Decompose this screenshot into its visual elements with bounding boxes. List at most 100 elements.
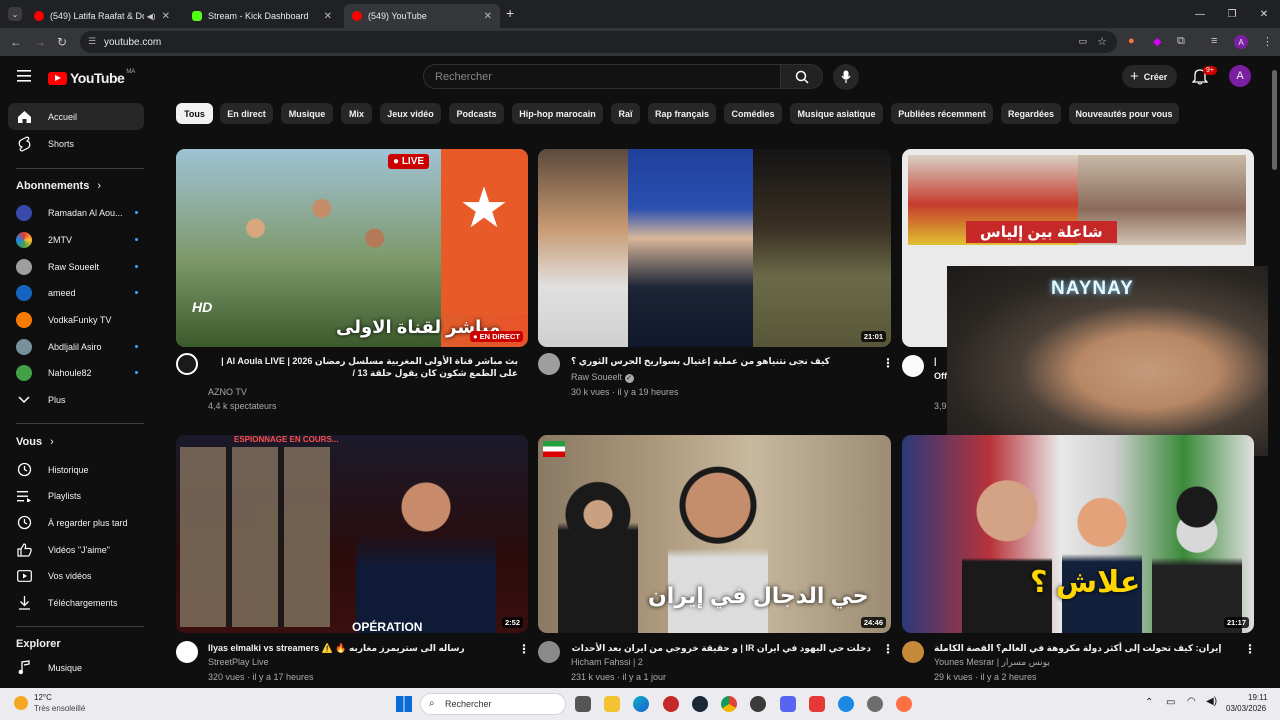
sidebar-subscription[interactable]: Abdljalil Asiro [8, 333, 144, 360]
app-icon[interactable] [663, 696, 679, 712]
tab-search-icon[interactable]: ⌄ [8, 7, 22, 21]
app-icon[interactable] [809, 696, 825, 712]
sidebar-item-history[interactable]: Historique [8, 456, 144, 483]
video-title[interactable]: Ilyas elmalki vs streamers ⚠️ 🔥 رساله ال… [208, 642, 508, 654]
more-actions-icon[interactable]: ⋮ [518, 642, 530, 656]
clock-date[interactable]: 03/03/2026 [1226, 704, 1266, 713]
minimize-icon[interactable]: — [1184, 0, 1216, 28]
sidebar-subscription[interactable]: Nahoule82 [8, 359, 144, 386]
chip-video-games[interactable]: Jeux vidéo [380, 103, 441, 124]
browser-tab[interactable]: (549) Latifa Raafat & Douz ◀) ✕ [26, 4, 178, 28]
sidebar-item-your-videos[interactable]: Vos vidéos [8, 562, 144, 589]
channel-avatar[interactable] [176, 641, 198, 663]
extension-fox-icon[interactable]: ● [1128, 35, 1135, 47]
steam-icon[interactable] [692, 696, 708, 712]
chip-french-rap[interactable]: Rap français [648, 103, 716, 124]
sidebar-item-downloads[interactable]: Téléchargements [8, 589, 144, 616]
video-title[interactable]: إيران: كيف تحولت إلى أكثر دولة مكروهة في… [934, 642, 1234, 654]
tray-chevron-up-icon[interactable]: ⌃ [1145, 697, 1153, 708]
video-thumbnail[interactable]: 21:01 [538, 149, 891, 347]
back-icon[interactable]: ← [10, 35, 22, 49]
chip-rai[interactable]: Raï [611, 103, 640, 124]
video-title[interactable]: دخلت حي اليهود في ايران IR | و حقيقة خرو… [571, 642, 871, 654]
you-heading[interactable]: Vous › [16, 436, 54, 448]
task-view-icon[interactable] [575, 696, 591, 712]
wifi-icon[interactable]: ◠ [1187, 696, 1196, 707]
video-channel-name[interactable]: AZNO TV [208, 387, 247, 397]
channel-avatar[interactable] [176, 353, 198, 375]
chip-podcasts[interactable]: Podcasts [449, 103, 504, 124]
close-tab-icon[interactable]: ✕ [162, 11, 170, 22]
subscriptions-heading[interactable]: Abonnements › [16, 180, 101, 192]
sidebar-item-more[interactable]: Plus [8, 386, 144, 413]
sidebar-item-playlists[interactable]: Playlists [8, 482, 144, 509]
obs-icon[interactable] [750, 696, 766, 712]
reload-icon[interactable]: ↻ [57, 35, 67, 49]
video-channel-name[interactable]: Off [934, 371, 947, 381]
browser-tab[interactable]: Stream - Kick Dashboard ✕ [184, 4, 340, 28]
app-icon[interactable] [896, 696, 912, 712]
sidebar-item-music[interactable]: Musique [8, 654, 144, 681]
new-tab-button[interactable]: + [506, 5, 514, 21]
profile-avatar[interactable]: A [1234, 35, 1248, 49]
video-thumbnail[interactable]: علاش ؟ 21:17 [902, 435, 1254, 633]
sidebar-item-watch-later[interactable]: À regarder plus tard [8, 509, 144, 536]
clock-time[interactable]: 19:11 [1248, 693, 1267, 702]
chip-music[interactable]: Musique [281, 103, 333, 124]
taskbar-search-input[interactable]: ⌕ Rechercher [420, 693, 566, 715]
forward-icon[interactable]: → [34, 35, 46, 49]
youtube-logo[interactable]: YouTube MA [48, 69, 135, 86]
create-button[interactable]: + Créer [1122, 65, 1178, 88]
address-bar[interactable]: ☰ youtube.com ▭ ☆ [80, 31, 1117, 53]
browser-tab-active[interactable]: (549) YouTube ✕ [344, 4, 500, 28]
weather-temp[interactable]: 12°C [34, 693, 52, 702]
settings-gear-icon[interactable] [867, 696, 883, 712]
sidebar-subscription[interactable]: Raw Soueelt [8, 253, 144, 280]
sidebar-item-shorts[interactable]: Shorts [8, 130, 144, 157]
hamburger-menu-icon[interactable] [17, 69, 31, 87]
sidebar-subscription[interactable]: 2MTV [8, 226, 144, 253]
chip-live[interactable]: En direct [220, 103, 273, 124]
chip-all[interactable]: Tous [176, 103, 213, 124]
search-button[interactable] [781, 64, 823, 89]
network-icon[interactable]: ▭ [1166, 697, 1175, 708]
video-channel-name[interactable]: Hicham Fahssi | 2 [571, 657, 643, 667]
reading-list-icon[interactable]: ≡ [1211, 35, 1217, 47]
search-input[interactable]: Rechercher [423, 64, 781, 89]
video-thumbnail[interactable]: ★ ● LIVE مباشر لقناة الاولى ● EN DIRECT … [176, 149, 528, 347]
channel-avatar[interactable] [538, 353, 560, 375]
close-window-icon[interactable]: ✕ [1248, 0, 1280, 28]
video-title[interactable]: | [934, 355, 944, 367]
extension-shield-icon[interactable]: ◆ [1153, 35, 1161, 48]
windows-start-icon[interactable] [396, 696, 412, 712]
chip-watched[interactable]: Regardées [1001, 103, 1061, 124]
video-channel-name[interactable]: Younes Mesrar | يونس مسرار [934, 657, 1050, 668]
voice-search-button[interactable] [833, 64, 859, 90]
bookmark-star-icon[interactable]: ☆ [1097, 35, 1107, 48]
sidebar-subscription[interactable]: Ramadan Al Aou... [8, 199, 144, 226]
sidebar-item-home[interactable]: Accueil [8, 103, 144, 130]
page-scrollbar-thumb[interactable] [1272, 70, 1277, 170]
video-thumbnail[interactable]: حي الدجال في إيران 24:46 [538, 435, 891, 633]
maximize-icon[interactable]: ❐ [1216, 0, 1248, 28]
browser-menu-icon[interactable]: ⋮ [1262, 35, 1273, 48]
more-actions-icon[interactable]: ⋮ [882, 642, 894, 656]
chip-mix[interactable]: Mix [341, 103, 372, 124]
sidebar-item-liked[interactable]: Vidéos "J'aime" [8, 536, 144, 563]
site-info-icon[interactable]: ☰ [88, 36, 96, 47]
account-avatar[interactable]: A [1229, 65, 1251, 87]
chip-comedies[interactable]: Comédies [724, 103, 782, 124]
discord-icon[interactable] [780, 696, 796, 712]
channel-avatar[interactable] [902, 641, 924, 663]
close-tab-icon[interactable]: ✕ [324, 11, 332, 22]
edge-browser-icon[interactable] [633, 696, 649, 712]
extensions-puzzle-icon[interactable]: ⧉ [1177, 35, 1185, 48]
sidebar-subscription[interactable]: ameed [8, 279, 144, 306]
chip-moroccan-hiphop[interactable]: Hip-hop marocain [512, 103, 603, 124]
video-channel-name[interactable]: Raw Soueelt ✓ [571, 372, 634, 383]
video-channel-name[interactable]: StreetPlay Live [208, 657, 269, 667]
app-icon[interactable] [838, 696, 854, 712]
chip-new-for-you[interactable]: Nouveautés pour vous [1069, 103, 1179, 124]
weather-description[interactable]: Très ensoleillé [34, 704, 85, 713]
channel-avatar[interactable] [902, 355, 924, 377]
